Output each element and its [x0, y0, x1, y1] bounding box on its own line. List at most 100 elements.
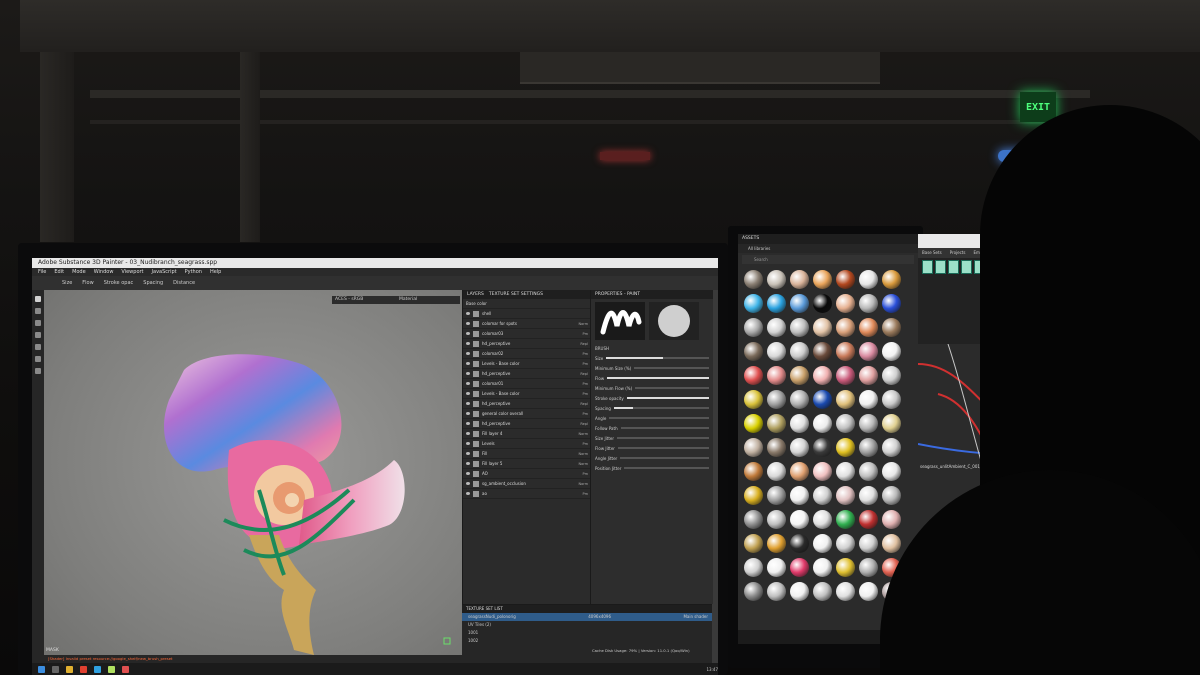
tab-texture-set-settings[interactable]: TEXTURE SET SETTINGS: [489, 290, 543, 299]
paint-tool-icon[interactable]: [35, 296, 41, 302]
material-swatch[interactable]: [790, 414, 812, 437]
visibility-eye-icon[interactable]: [466, 382, 470, 385]
toolbar-field[interactable]: Stroke opac: [104, 280, 134, 286]
material-swatch[interactable]: [836, 486, 858, 509]
brush-property[interactable]: Angle Jitter: [591, 453, 713, 463]
layer-row[interactable]: hd_perceptive Repl: [463, 339, 591, 349]
uv-tile-row[interactable]: 1002: [462, 637, 712, 645]
material-swatch[interactable]: [882, 462, 904, 485]
material-swatch[interactable]: [813, 414, 835, 437]
brush-property[interactable]: Angle: [591, 413, 713, 423]
material-swatch[interactable]: [790, 438, 812, 461]
menu-item[interactable]: Window: [94, 268, 114, 276]
menu-item[interactable]: JavaScript: [152, 268, 177, 276]
layer-blend-mode[interactable]: Norm: [578, 462, 588, 466]
material-swatch[interactable]: [813, 390, 835, 413]
material-swatch[interactable]: [744, 270, 766, 293]
visibility-eye-icon[interactable]: [466, 352, 470, 355]
brush-property[interactable]: Stroke opacity: [591, 393, 713, 403]
material-swatch[interactable]: [790, 558, 812, 581]
toolbar-field[interactable]: Flow: [82, 280, 93, 286]
visibility-eye-icon[interactable]: [466, 362, 470, 365]
material-swatch[interactable]: [859, 510, 881, 533]
property-slider[interactable]: [635, 387, 709, 389]
material-swatch[interactable]: [836, 270, 858, 293]
material-swatch[interactable]: [836, 414, 858, 437]
uv-tile-row[interactable]: 1001: [462, 629, 712, 637]
material-swatch[interactable]: [813, 438, 835, 461]
material-swatch[interactable]: [767, 486, 789, 509]
layer-row[interactable]: Fill layer 4 Norm: [463, 429, 591, 439]
layer-row[interactable]: shell: [463, 309, 591, 319]
property-slider[interactable]: [609, 417, 709, 419]
tab-projects[interactable]: Projects: [950, 248, 966, 258]
visibility-eye-icon[interactable]: [466, 372, 470, 375]
visibility-eye-icon[interactable]: [466, 412, 470, 415]
material-swatch[interactable]: [813, 582, 835, 605]
property-slider[interactable]: [626, 397, 709, 399]
menu-item[interactable]: Python: [185, 268, 202, 276]
layer-row[interactable]: Levels - Base color Pm: [463, 389, 591, 399]
edge-icon[interactable]: [94, 665, 101, 673]
material-swatch[interactable]: [836, 582, 858, 605]
property-slider[interactable]: [634, 367, 709, 369]
layer-blend-mode[interactable]: Pm: [582, 362, 588, 366]
visibility-eye-icon[interactable]: [466, 492, 470, 495]
layer-blend-mode[interactable]: Repl: [580, 342, 588, 346]
material-swatch[interactable]: [813, 486, 835, 509]
visibility-eye-icon[interactable]: [466, 452, 470, 455]
material-swatch[interactable]: [813, 366, 835, 389]
layer-row[interactable]: colomar03 Pm: [463, 329, 591, 339]
material-swatch[interactable]: [744, 582, 766, 605]
brush-property[interactable]: Minimum Flow (%): [591, 383, 713, 393]
layer-row[interactable]: hd_perceptive Repl: [463, 419, 591, 429]
substance-painter-icon[interactable]: [108, 665, 115, 673]
material-swatch[interactable]: [813, 270, 835, 293]
material-swatch[interactable]: [859, 438, 881, 461]
visibility-eye-icon[interactable]: [466, 442, 470, 445]
layer-row[interactable]: general color overall Pm: [463, 409, 591, 419]
chrome-icon[interactable]: [80, 665, 87, 673]
material-swatch[interactable]: [790, 294, 812, 317]
layer-blend-mode[interactable]: Pm: [582, 472, 588, 476]
layer-blend-mode[interactable]: Pm: [582, 492, 588, 496]
projection-tool-icon[interactable]: [35, 320, 41, 326]
brush-property[interactable]: Flow Jitter: [591, 443, 713, 453]
material-swatch[interactable]: [859, 294, 881, 317]
property-slider[interactable]: [617, 437, 709, 439]
material-swatch[interactable]: [859, 462, 881, 485]
material-swatch[interactable]: [767, 318, 789, 341]
material-swatch[interactable]: [882, 390, 904, 413]
layer-row[interactable]: colomar02 Pm: [463, 349, 591, 359]
uv-tiles-row[interactable]: UV Tiles (2): [462, 621, 712, 629]
material-swatch[interactable]: [767, 558, 789, 581]
material-swatch[interactable]: [882, 342, 904, 365]
mask-label[interactable]: MASK: [46, 648, 59, 653]
material-swatch[interactable]: [744, 534, 766, 557]
material-swatch[interactable]: [767, 582, 789, 605]
material-swatch[interactable]: [767, 342, 789, 365]
material-swatch[interactable]: [813, 318, 835, 341]
material-swatch[interactable]: [790, 510, 812, 533]
polygon-fill-tool-icon[interactable]: [35, 332, 41, 338]
layer-blend-mode[interactable]: Norm: [578, 432, 588, 436]
layer-blend-mode[interactable]: Pm: [582, 332, 588, 336]
smudge-tool-icon[interactable]: [35, 344, 41, 350]
layer-row[interactable]: sg_ambient_occlusion Norm: [463, 479, 591, 489]
brush-property[interactable]: Minimum Size (%): [591, 363, 713, 373]
material-swatch[interactable]: [744, 510, 766, 533]
layer-row[interactable]: colomar for spots Norm: [463, 319, 591, 329]
brush-property[interactable]: Size Jitter: [591, 433, 713, 443]
visibility-eye-icon[interactable]: [466, 322, 470, 325]
tab-layers[interactable]: LAYERS: [467, 290, 484, 299]
asset-search-input[interactable]: Search: [742, 255, 914, 264]
material-swatch[interactable]: [744, 438, 766, 461]
material-swatch[interactable]: [790, 366, 812, 389]
material-swatch[interactable]: [744, 366, 766, 389]
layer-blend-mode[interactable]: Norm: [578, 452, 588, 456]
layer-blend-mode[interactable]: Pm: [582, 382, 588, 386]
material-swatch[interactable]: [767, 414, 789, 437]
visibility-eye-icon[interactable]: [466, 312, 470, 315]
material-swatch[interactable]: [836, 390, 858, 413]
material-swatch[interactable]: [859, 558, 881, 581]
